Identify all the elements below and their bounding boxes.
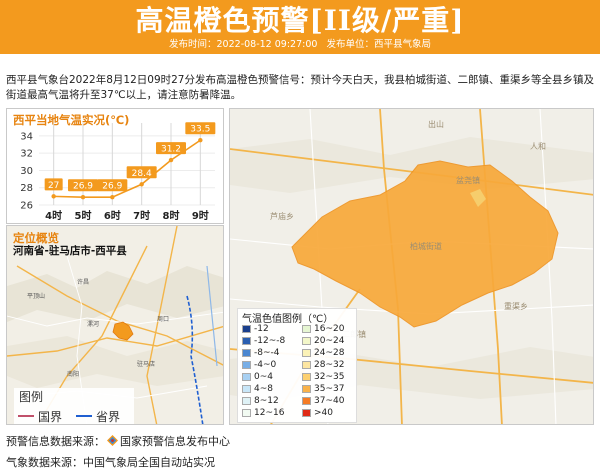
publish-time: 发布时间：2022-08-12 09:27:00 xyxy=(169,39,318,50)
svg-text:南阳: 南阳 xyxy=(67,370,79,378)
temperature-panel: 西平当地气温实况(℃) 26 28 30 32 34 4时 5时 6时 7时 8时 9时 27 26.9… xyxy=(6,108,224,224)
warning-meta: 发布时间：2022-08-12 09:27:00 发布单位：西平县气象局 xyxy=(0,39,600,51)
svg-text:漯河: 漯河 xyxy=(87,320,99,328)
color-legend-label: 0~4 xyxy=(254,372,273,382)
color-swatch xyxy=(302,325,311,333)
x-tick-label: 8时 xyxy=(163,209,180,222)
svg-text:平顶山: 平顶山 xyxy=(27,292,45,300)
color-legend-label: 16~20 xyxy=(314,324,345,334)
color-swatch xyxy=(302,337,311,345)
data-label: 26.9 xyxy=(73,182,93,192)
y-tick-label: 26 xyxy=(20,201,33,212)
color-swatch xyxy=(302,373,311,381)
color-swatch xyxy=(242,397,251,405)
svg-text:驻马店: 驻马店 xyxy=(137,360,155,368)
color-legend-label: -12~-8 xyxy=(254,336,286,346)
svg-text:盆尧镇: 盆尧镇 xyxy=(456,175,480,185)
color-legend-title: 气温色值图例（℃） xyxy=(242,314,334,325)
color-swatch xyxy=(242,325,251,333)
color-swatch xyxy=(302,397,311,405)
warning-source: 预警信息数据来源： 国家预警信息发布中心 xyxy=(6,433,230,449)
provincial-border-label: 省界 xyxy=(96,410,121,424)
svg-text:许昌: 许昌 xyxy=(77,278,89,286)
color-legend-label: -12 xyxy=(254,324,269,334)
location-panel: 许昌 平顶山 漯河 驻马店 南阳 周口 定位概览 河南省-驻马店市-西平县 图例… xyxy=(6,225,224,425)
color-swatch xyxy=(242,361,251,369)
color-swatch xyxy=(242,385,251,393)
color-swatch xyxy=(242,349,251,357)
svg-text:重渠乡: 重渠乡 xyxy=(504,301,528,311)
color-legend-label: 32~35 xyxy=(314,372,345,382)
data-label: 31.2 xyxy=(161,145,181,155)
svg-text:周口: 周口 xyxy=(157,316,169,323)
warning-title: 高温橙色预警[II级/严重] xyxy=(135,4,465,37)
svg-text:柏城街道: 柏城街道 xyxy=(410,241,442,251)
temperature-point xyxy=(51,194,56,199)
provincial-border-swatch xyxy=(76,415,92,417)
color-legend-label: 37~40 xyxy=(314,396,345,406)
y-tick-label: 30 xyxy=(20,166,33,177)
color-legend-label: 8~12 xyxy=(254,396,279,406)
svg-text:芦庙乡: 芦庙乡 xyxy=(270,211,294,221)
svg-text:出山: 出山 xyxy=(428,119,444,129)
y-tick-label: 34 xyxy=(20,131,33,142)
data-label: 27 xyxy=(48,181,59,191)
color-legend-label: 24~28 xyxy=(314,348,345,358)
x-tick-label: 4时 xyxy=(45,209,62,222)
region-map-panel: 出山 芦庙乡 盆尧镇 柏城街道 重渠乡 二郎镇 人和 气温色值图例（℃） -12… xyxy=(229,108,594,425)
temperature-point xyxy=(80,195,86,200)
color-legend-label: 12~16 xyxy=(254,408,285,418)
publish-unit: 发布单位：西平县气象局 xyxy=(326,39,431,50)
location-name: 河南省-驻马店市-西平县 xyxy=(13,245,127,257)
color-swatch xyxy=(242,409,251,417)
weather-source: 气象数据来源：中国气象局全国自动站实况 xyxy=(6,456,215,469)
color-legend-label: 28~32 xyxy=(314,360,345,370)
data-label: 26.9 xyxy=(102,182,122,192)
boundary-legend-title: 图例 xyxy=(19,390,44,404)
color-legend-label: 4~8 xyxy=(254,384,273,394)
boundary-legend: 图例 国界 省界 xyxy=(14,388,134,424)
color-legend-label: -8~-4 xyxy=(254,348,280,358)
color-swatch xyxy=(302,409,311,417)
temperature-point xyxy=(139,182,144,187)
warning-source-label: 预警信息数据来源： xyxy=(6,435,105,448)
temperature-point xyxy=(110,195,115,200)
x-tick-label: 7时 xyxy=(133,209,150,222)
y-tick-label: 32 xyxy=(20,149,33,160)
temperature-point xyxy=(198,138,203,143)
national-border-label: 国界 xyxy=(38,410,63,424)
x-tick-label: 9时 xyxy=(192,209,209,222)
svg-text:人和: 人和 xyxy=(530,142,546,151)
color-swatch xyxy=(242,373,251,381)
national-border-swatch xyxy=(18,415,34,417)
x-tick-label: 5时 xyxy=(75,209,92,222)
y-tick-label: 28 xyxy=(20,183,33,194)
data-label: 33.5 xyxy=(190,125,210,135)
color-legend-label: -4~0 xyxy=(254,360,277,370)
color-legend-label: >40 xyxy=(314,408,333,418)
x-tick-label: 6时 xyxy=(104,209,121,222)
color-legend-label: 35~37 xyxy=(314,384,345,394)
warning-center-logo-icon xyxy=(107,435,118,446)
color-swatch xyxy=(302,349,311,357)
warning-description: 西平县气象台2022年8月12日09时27分发布高温橙色预警信号：预计今天白天，… xyxy=(6,74,594,101)
temperature-chart: 26 28 30 32 34 4时 5时 6时 7时 8时 9时 27 26.9 26.9 28.4 31.2… xyxy=(20,122,216,222)
color-swatch xyxy=(242,337,251,345)
color-swatch xyxy=(302,361,311,369)
temperature-color-legend: 气温色值图例（℃） -12 -12~-8 -8~-4 -4~0 0~4 4~8 8~12 12… xyxy=(237,308,357,423)
warning-header: 高温橙色预警[II级/严重] 发布时间：2022-08-12 09:27:00 … xyxy=(0,0,600,54)
temperature-point xyxy=(168,157,174,163)
warning-source-name[interactable]: 国家预警信息发布中心 xyxy=(120,435,230,448)
color-legend-label: 20~24 xyxy=(314,336,345,346)
data-label: 28.4 xyxy=(132,169,152,179)
color-swatch xyxy=(302,385,311,393)
